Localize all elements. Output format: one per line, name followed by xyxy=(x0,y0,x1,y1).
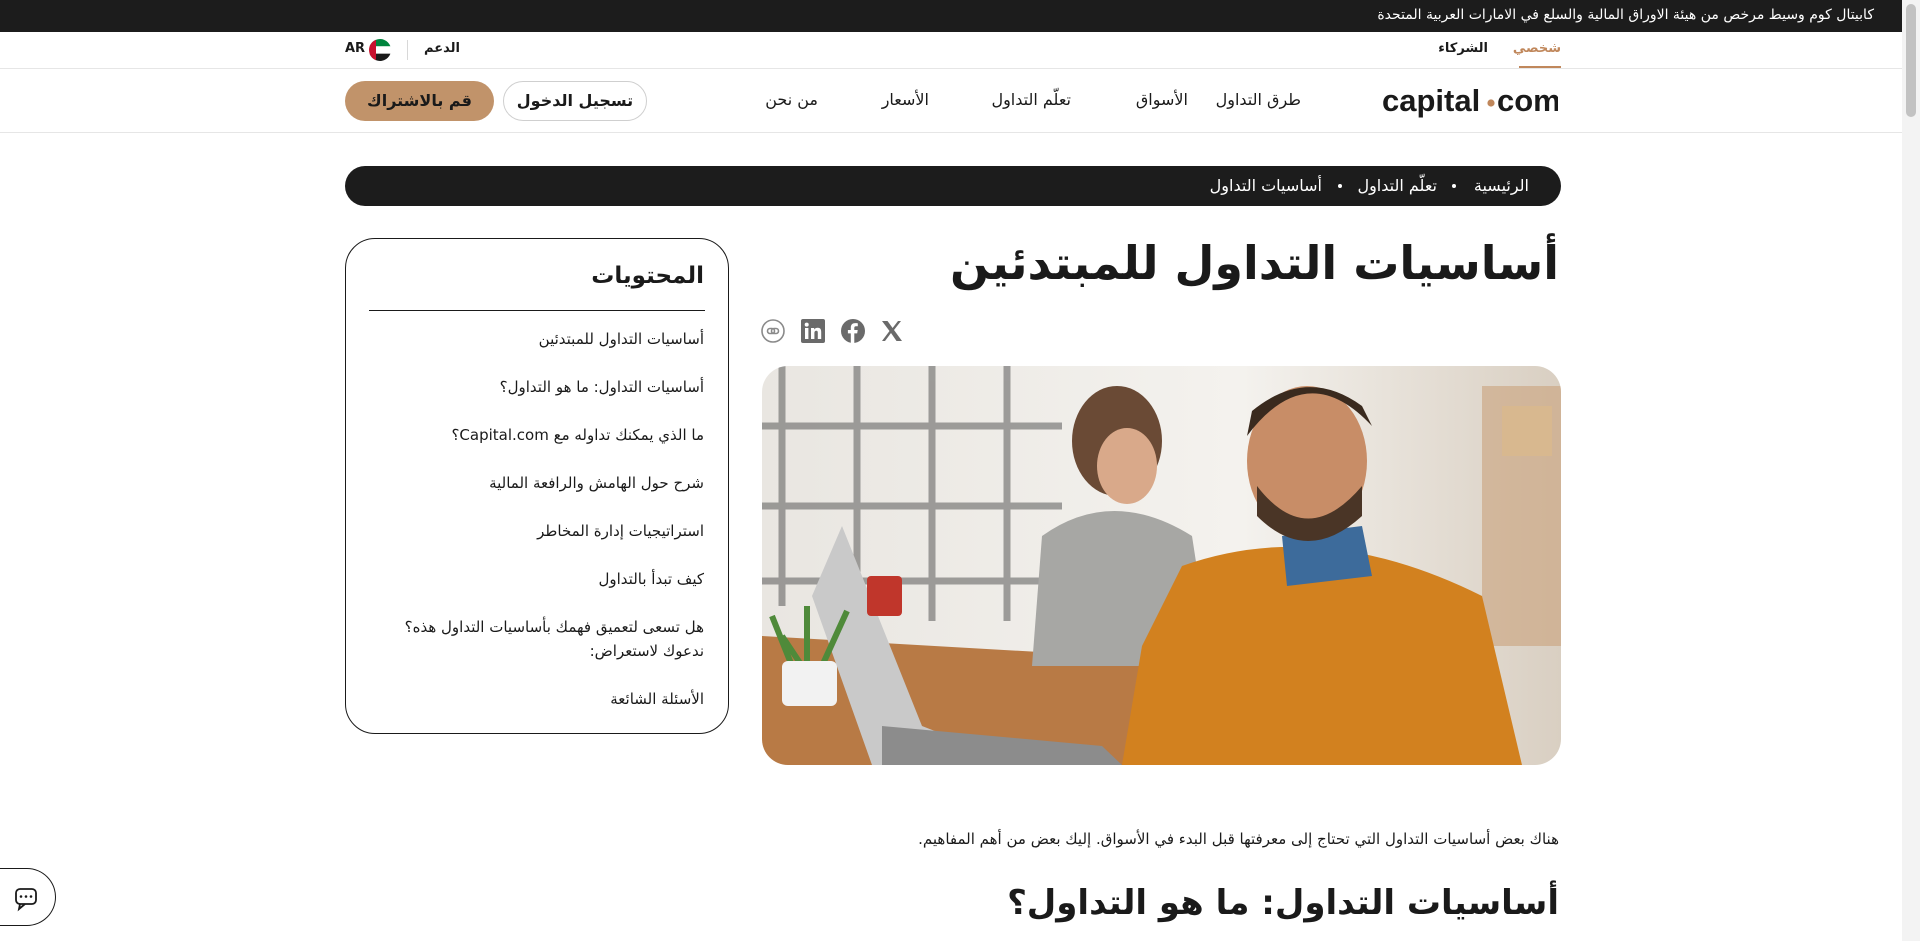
segment-divider xyxy=(407,40,408,60)
signup-button[interactable]: قم بالاشتراك xyxy=(345,81,494,121)
article-intro: هناك بعض أساسيات التداول التي تحتاج إلى … xyxy=(918,830,1559,848)
chat-icon xyxy=(15,888,37,912)
capital-com-logo[interactable]: capital com xyxy=(1382,81,1561,121)
uae-flag-icon[interactable] xyxy=(369,39,391,61)
toc-item[interactable]: ما الذي يمكنك تداوله مع Capital.com؟ xyxy=(384,423,704,447)
toc-item[interactable]: شرح حول الهامش والرافعة المالية xyxy=(384,471,704,495)
page-title: أساسيات التداول للمبتدئين xyxy=(950,236,1559,290)
breadcrumb-separator xyxy=(1338,184,1342,188)
segment-partners-tab[interactable]: الشركاء xyxy=(1438,41,1488,56)
copy-link-icon[interactable] xyxy=(760,318,786,344)
breadcrumb: الرئيسية تعلّم التداول أساسيات التداول xyxy=(345,166,1561,206)
regulatory-banner: كابيتال كوم وسيط مرخص من هيئة الاوراق ال… xyxy=(0,0,1902,32)
segment-bar: شخصي الشركاء الدعم AR xyxy=(0,32,1902,69)
breadcrumb-learn-to-trade[interactable]: تعلّم التداول xyxy=(1357,176,1437,195)
section-title: أساسيات التداول: ما هو التداول؟ xyxy=(1007,883,1559,923)
page-scrollbar[interactable] xyxy=(1902,0,1920,941)
nav-prices[interactable]: الأسعار xyxy=(882,90,929,109)
toc-divider xyxy=(369,310,705,311)
toc-item[interactable]: كيف تبدأ بالتداول xyxy=(384,567,705,591)
nav-about-us[interactable]: من نحن xyxy=(765,90,818,109)
nav-markets[interactable]: الأسواق xyxy=(1136,90,1188,109)
breadcrumb-current: أساسيات التداول xyxy=(1209,176,1322,195)
hero-image xyxy=(762,366,1561,765)
toc-item[interactable]: أساسيات التداول: ما هو التداول؟ xyxy=(384,375,704,399)
segment-personal-tab[interactable]: شخصي xyxy=(1513,41,1561,56)
login-button[interactable]: تسجيل الدخول xyxy=(503,81,647,121)
nav-ways-to-trade[interactable]: طرق التداول xyxy=(1216,90,1301,109)
nav-learn-to-trade[interactable]: تعلّم التداول xyxy=(991,90,1071,109)
table-of-contents: المحتويات أساسيات التداول للمبتدئين أساس… xyxy=(345,238,729,734)
breadcrumb-home[interactable]: الرئيسية xyxy=(1474,176,1529,195)
facebook-icon[interactable] xyxy=(840,318,866,344)
scrollbar-thumb[interactable] xyxy=(1906,4,1916,117)
breadcrumb-separator xyxy=(1452,184,1456,188)
toc-item[interactable]: استراتيجيات إدارة المخاطر xyxy=(384,519,704,543)
toc-item[interactable]: أساسيات التداول للمبتدئين xyxy=(384,327,704,351)
active-segment-indicator xyxy=(1519,66,1561,68)
toc-title: المحتويات xyxy=(591,263,704,289)
chat-button[interactable] xyxy=(0,868,56,926)
language-selector[interactable]: AR xyxy=(345,41,365,56)
toc-item[interactable]: الأسئلة الشائعة xyxy=(384,687,704,711)
support-link[interactable]: الدعم xyxy=(424,41,460,56)
logo-text-left: capital xyxy=(1382,83,1480,118)
regulatory-banner-text: كابيتال كوم وسيط مرخص من هيئة الاوراق ال… xyxy=(1377,7,1874,23)
logo-text-right: com xyxy=(1497,83,1558,118)
linkedin-icon[interactable] xyxy=(800,318,826,344)
main-navigation: capital com طرق التداول الأسواق تعلّم ال… xyxy=(0,69,1902,133)
toc-item[interactable]: هل تسعى لتعميق فهمك بأساسيات التداول هذه… xyxy=(384,615,704,663)
x-icon[interactable] xyxy=(879,318,905,344)
